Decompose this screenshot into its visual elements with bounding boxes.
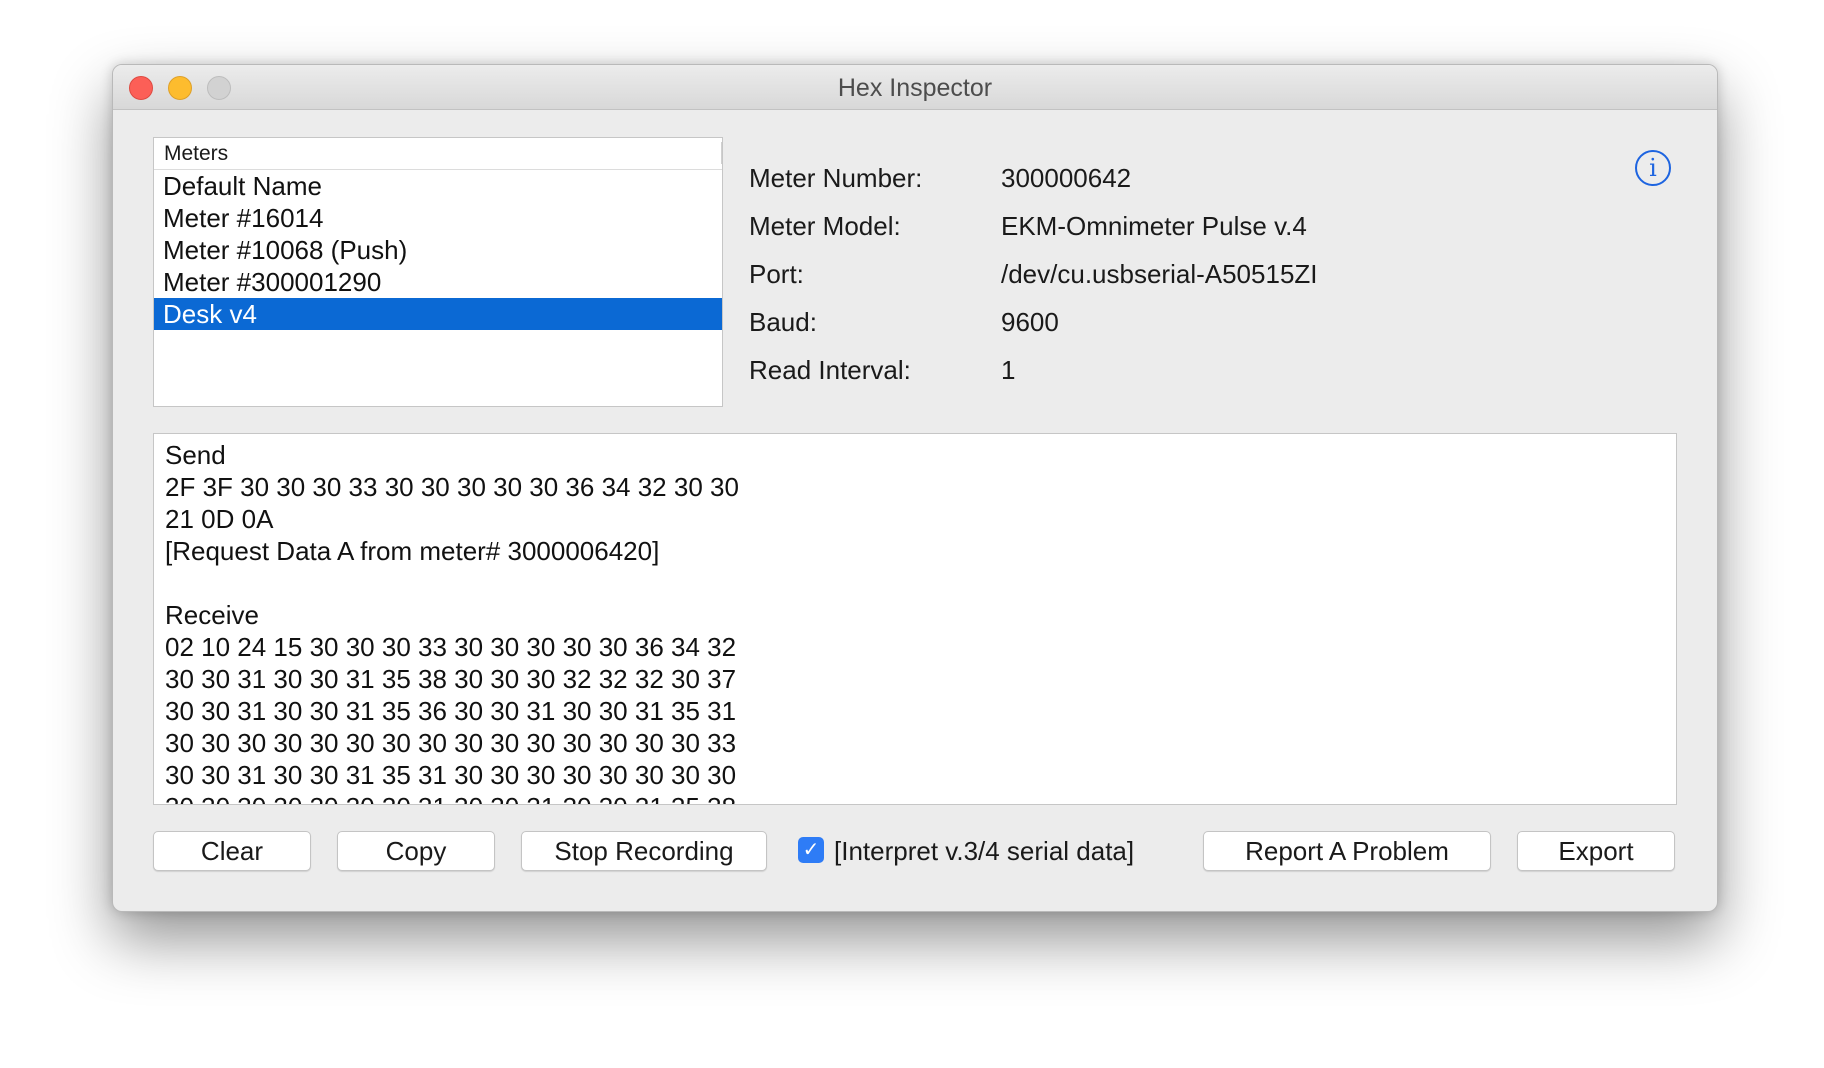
meter-list-item[interactable]: Meter #300001290 (154, 266, 722, 298)
meter-model-value: EKM-Omnimeter Pulse v.4 (1001, 211, 1307, 241)
log-line: Send (165, 440, 226, 470)
log-line: Receive (165, 600, 259, 630)
log-line: 30 30 31 30 30 31 35 31 30 30 30 30 30 3… (165, 760, 737, 790)
hex-inspector-window: Hex Inspector Meters Default Name Meter … (112, 64, 1718, 912)
log-line: 30 30 31 30 30 31 35 36 30 30 31 30 30 3… (165, 696, 737, 726)
log-line: 30 30 30 30 30 30 30 30 30 30 30 30 30 3… (165, 728, 737, 758)
meter-list-item-selected[interactable]: Desk v4 (154, 298, 722, 330)
log-line: 21 0D 0A (165, 504, 274, 534)
log-line: 2F 3F 30 30 30 33 30 30 30 30 30 36 34 3… (165, 472, 739, 502)
meters-column-header[interactable]: Meters (154, 138, 722, 170)
meter-model-label: Meter Model: (749, 211, 901, 241)
hex-log-textarea[interactable]: Send 2F 3F 30 30 30 33 30 30 30 30 30 36… (153, 433, 1677, 805)
read-interval-label: Read Interval: (749, 355, 911, 385)
log-line: 30 30 31 30 30 31 35 38 30 30 30 32 32 3… (165, 664, 737, 694)
interpret-checkbox[interactable]: ✓ (798, 837, 824, 863)
log-line: [Request Data A from meter# 3000006420] (165, 536, 660, 566)
window-title: Hex Inspector (837, 74, 993, 102)
title-bar: Hex Inspector (113, 65, 1717, 110)
log-line: 02 10 24 15 30 30 30 33 30 30 30 30 30 3… (165, 632, 737, 662)
meter-list-item[interactable]: Default Name (154, 170, 722, 202)
meter-number-label: Meter Number: (749, 163, 923, 193)
meters-list[interactable]: Meters Default Name Meter #16014 Meter #… (153, 137, 723, 407)
meter-number-value: 300000642 (1001, 163, 1132, 193)
export-button[interactable]: Export (1517, 831, 1675, 871)
log-line: 30 30 30 30 30 30 30 31 30 30 31 30 30 3… (165, 791, 1665, 804)
interpret-checkbox-label[interactable]: [Interpret v.3/4 serial data] (834, 835, 1134, 867)
port-value: /dev/cu.usbserial-A50515ZI (1001, 259, 1318, 289)
baud-label: Baud: (749, 307, 817, 337)
meter-list-item[interactable]: Meter #10068 (Push) (154, 234, 722, 266)
report-problem-button[interactable]: Report A Problem (1203, 831, 1491, 871)
info-icon[interactable]: i (1635, 150, 1671, 186)
meter-list-item[interactable]: Meter #16014 (154, 202, 722, 234)
stop-recording-button[interactable]: Stop Recording (521, 831, 767, 871)
baud-value: 9600 (1001, 307, 1059, 337)
copy-button[interactable]: Copy (337, 831, 495, 871)
port-label: Port: (749, 259, 804, 289)
clear-button[interactable]: Clear (153, 831, 311, 871)
read-interval-value: 1 (1001, 355, 1016, 385)
